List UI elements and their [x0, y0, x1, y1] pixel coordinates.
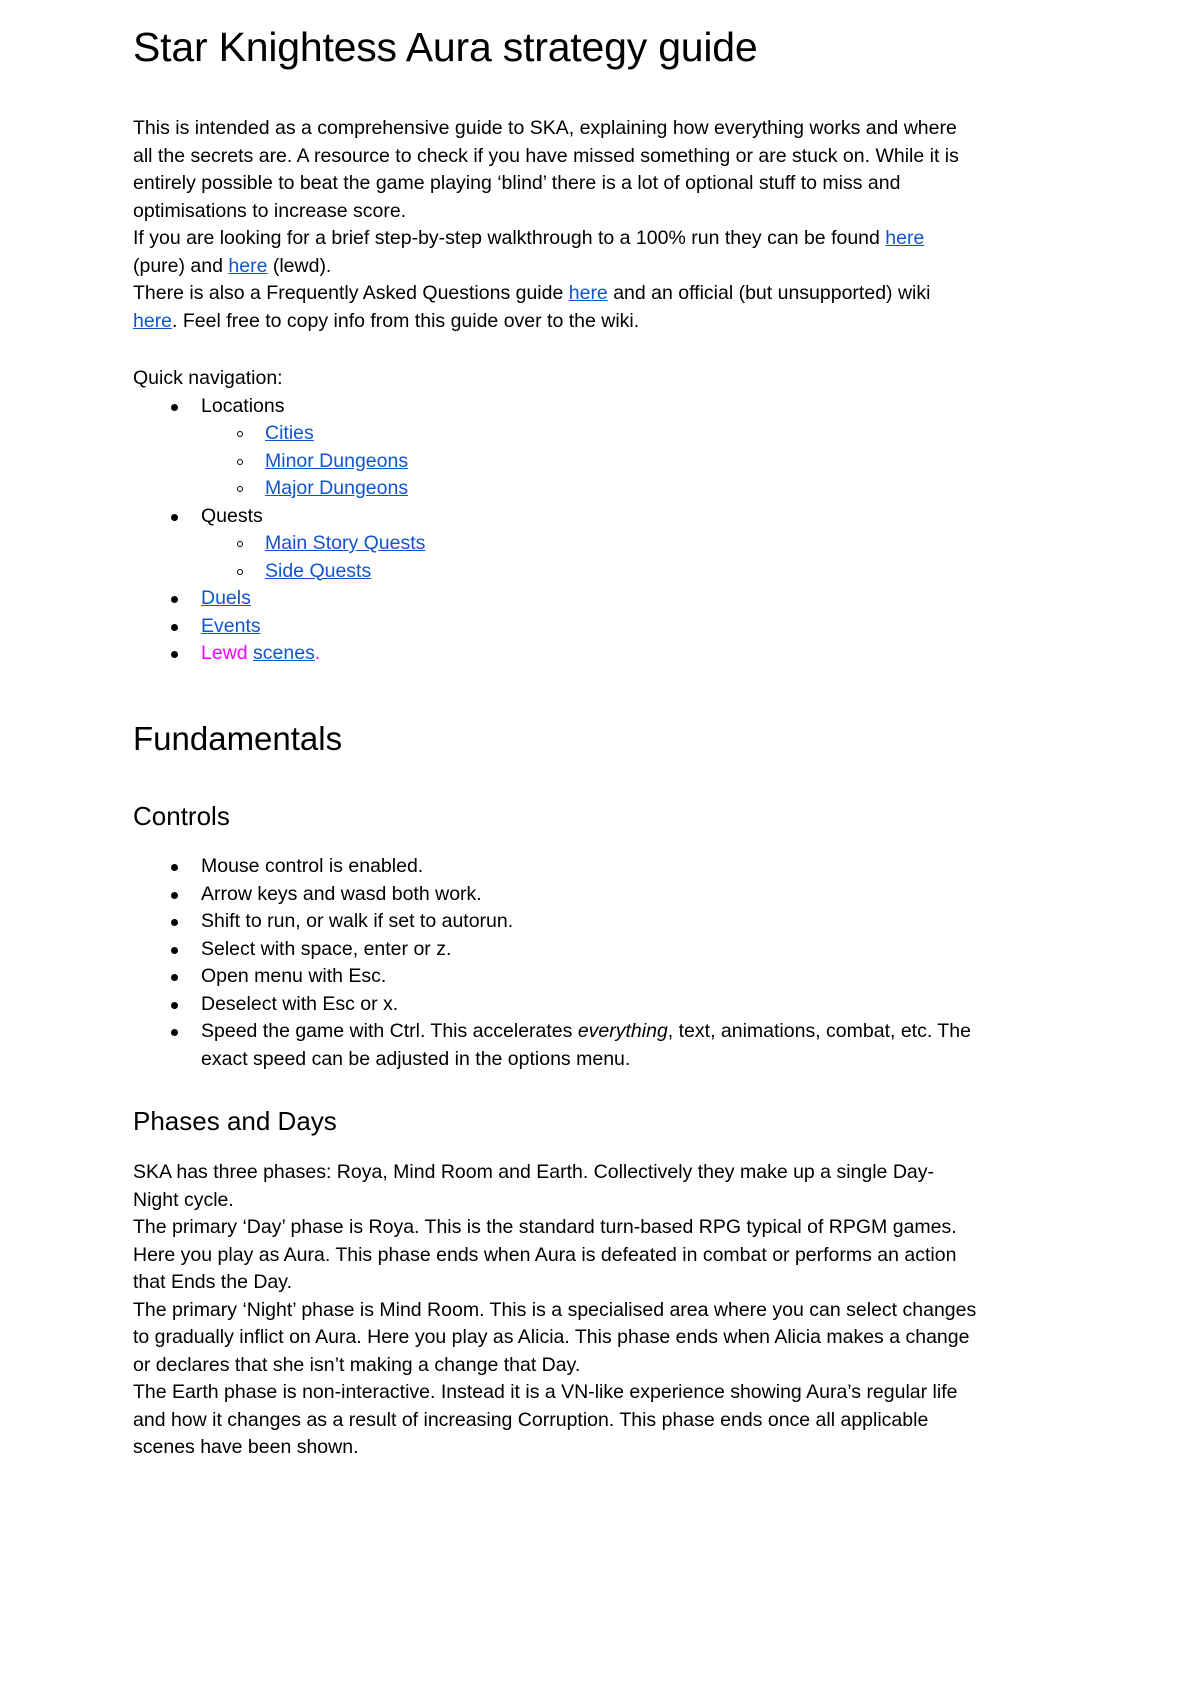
- link-events[interactable]: Events: [201, 615, 261, 637]
- nav-item-duels: Duels: [133, 585, 979, 613]
- link-lewd-scenes[interactable]: scenes: [253, 642, 315, 664]
- faq-mid-text: and an official (but unsupported) wiki: [607, 282, 931, 305]
- link-side-quests[interactable]: Side Quests: [265, 560, 371, 582]
- control-item: Select with space, enter or z.: [133, 936, 979, 964]
- link-minor-dungeons[interactable]: Minor Dungeons: [265, 450, 408, 472]
- bullet-icon: [171, 864, 178, 872]
- bullet-icon: [171, 623, 178, 631]
- control-item-label: Open menu with Esc.: [201, 965, 387, 988]
- link-duels[interactable]: Duels: [201, 587, 251, 609]
- faq-link[interactable]: here: [569, 282, 608, 304]
- nav-sublist-quests-wrap: Main Story Quests Side Quests: [133, 530, 979, 585]
- quick-navigation-label: Quick navigation:: [133, 367, 283, 390]
- bullet-icon: [171, 974, 178, 982]
- lewd-prefix-label: Lewd: [201, 642, 254, 665]
- walkthrough-post-text: (lewd).: [267, 254, 332, 277]
- control-item-label: Mouse control is enabled.: [201, 855, 424, 878]
- lewd-suffix-label: .: [314, 642, 321, 665]
- page-title: Star Knightess Aura strategy guide: [133, 24, 758, 70]
- walkthrough-pre-text: If you are looking for a brief step-by-s…: [133, 227, 886, 250]
- link-major-dungeons[interactable]: Major Dungeons: [265, 477, 408, 499]
- nav-item-label: Locations: [201, 394, 285, 417]
- walkthrough-mid-text: (pure) and: [133, 254, 229, 277]
- phases-paragraph-2: The primary ‘Day’ phase is Roya. This is…: [133, 1216, 957, 1294]
- bullet-icon: [171, 1001, 178, 1009]
- control-item: Deselect with Esc or x.: [133, 991, 979, 1019]
- walkthrough-pure-link[interactable]: here: [885, 227, 924, 249]
- sub-heading-controls: Controls: [133, 800, 230, 831]
- control-item: Arrow keys and wasd both work.: [133, 881, 979, 909]
- nav-sublist-locations-wrap: Cities Minor Dungeons Major Dungeons: [133, 420, 979, 503]
- bullet-icon: [171, 403, 178, 411]
- control-item-label: Arrow keys and wasd both work.: [201, 882, 482, 905]
- intro-paragraph: This is intended as a comprehensive guid…: [133, 117, 959, 222]
- sub-bullet-icon: [237, 541, 243, 548]
- walkthrough-lewd-link[interactable]: here: [228, 255, 267, 277]
- sub-bullet-icon: [237, 486, 243, 493]
- walkthrough-paragraph: If you are looking for a brief step-by-s…: [133, 225, 979, 280]
- phases-paragraph-1: SKA has three phases: Roya, Mind Room an…: [133, 1161, 934, 1211]
- nav-item-label: Quests: [201, 504, 263, 527]
- nav-sublist-quests: Main Story Quests Side Quests: [133, 530, 979, 585]
- sub-bullet-icon: [237, 431, 243, 438]
- document-page: Star Knightess Aura strategy guide This …: [0, 0, 1200, 1695]
- control-item-label: Shift to run, or walk if set to autorun.: [201, 910, 514, 933]
- nav-subitem-main-story-quests: Main Story Quests: [133, 530, 979, 558]
- sub-bullet-icon: [237, 568, 243, 575]
- control-item: Open menu with Esc.: [133, 963, 979, 991]
- nav-item-locations: Locations: [133, 393, 979, 421]
- faq-pre-text: There is also a Frequently Asked Questio…: [133, 282, 569, 305]
- control-item-speed: Speed the game with Ctrl. This accelerat…: [133, 1018, 979, 1073]
- phases-paragraph-3: The primary ‘Night’ phase is Mind Room. …: [133, 1298, 977, 1376]
- faq-paragraph: There is also a Frequently Asked Questio…: [133, 280, 979, 335]
- sub-bullet-icon: [237, 458, 243, 465]
- quick-navigation-list: Locations Cities Minor Dungeons Major Du…: [133, 393, 979, 668]
- wiki-link[interactable]: here: [133, 310, 172, 332]
- bullet-icon: [171, 596, 178, 604]
- control-item: Shift to run, or walk if set to autorun.: [133, 908, 979, 936]
- control-item: Mouse control is enabled.: [133, 853, 979, 881]
- speed-pre-text: Speed the game with Ctrl. This accelerat…: [201, 1020, 578, 1043]
- control-item-label: Deselect with Esc or x.: [201, 992, 399, 1015]
- nav-subitem-major-dungeons: Major Dungeons: [133, 475, 979, 503]
- nav-subitem-minor-dungeons: Minor Dungeons: [133, 448, 979, 476]
- bullet-icon: [171, 919, 178, 927]
- link-cities[interactable]: Cities: [265, 422, 314, 444]
- nav-item-events: Events: [133, 613, 979, 641]
- controls-list: Mouse control is enabled. Arrow keys and…: [133, 853, 979, 1073]
- bullet-icon: [171, 1029, 178, 1037]
- bullet-icon: [171, 513, 178, 521]
- nav-subitem-side-quests: Side Quests: [133, 558, 979, 586]
- link-main-story-quests[interactable]: Main Story Quests: [265, 532, 425, 554]
- control-item-label: Select with space, enter or z.: [201, 937, 452, 960]
- speed-emphasis-text: everything: [577, 1020, 668, 1043]
- nav-subitem-cities: Cities: [133, 420, 979, 448]
- sub-heading-phases-and-days: Phases and Days: [133, 1106, 337, 1137]
- nav-sublist-locations: Cities Minor Dungeons Major Dungeons: [133, 420, 979, 503]
- bullet-icon: [171, 891, 178, 899]
- nav-item-quests: Quests: [133, 503, 979, 531]
- bullet-icon: [171, 651, 178, 659]
- phases-paragraph-4: The Earth phase is non-interactive. Inst…: [133, 1381, 958, 1459]
- section-heading-fundamentals: Fundamentals: [133, 719, 343, 757]
- nav-item-lewd-scenes: Lewd scenes.: [133, 640, 979, 668]
- bullet-icon: [171, 946, 178, 954]
- document-body: Star Knightess Aura strategy guide This …: [133, 0, 979, 1462]
- faq-post-text: . Feel free to copy info from this guide…: [172, 309, 640, 332]
